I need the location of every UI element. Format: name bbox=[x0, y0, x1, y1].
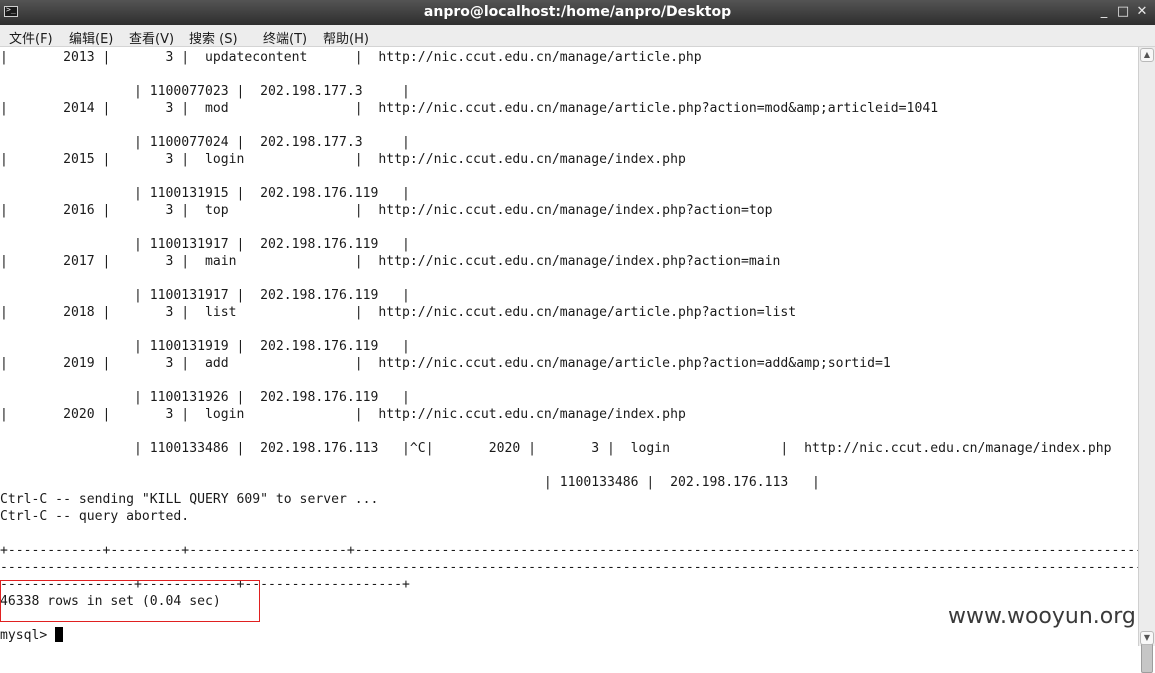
terminal-line: | 1100077024 | 202.198.177.3 | bbox=[0, 135, 410, 150]
minimize-button[interactable]: _ bbox=[1096, 4, 1112, 20]
terminal-output[interactable]: | 2013 | 3 | updatecontent | http://nic.… bbox=[0, 47, 1138, 646]
menu-help[interactable]: 帮助(H) bbox=[323, 28, 369, 47]
window-title: anpro@localhost:/home/anpro/Desktop bbox=[423, 4, 732, 20]
title-bar[interactable]: >_ anpro@localhost:/home/anpro/Desktop _… bbox=[0, 0, 1155, 25]
terminal-line: | 2014 | 3 | mod | http://nic.ccut.edu.c… bbox=[0, 101, 939, 116]
maximize-button[interactable]: □ bbox=[1115, 4, 1131, 20]
arrow-down-icon[interactable]: ▼ bbox=[1140, 631, 1154, 645]
terminal-line: | 2020 | 3 | login | http://nic.ccut.edu… bbox=[0, 407, 686, 422]
terminal-line: | 1100133486 | 202.198.176.113 | bbox=[0, 475, 820, 490]
text-cursor bbox=[55, 627, 64, 642]
terminal-line: | 1100131926 | 202.198.176.119 | bbox=[0, 390, 410, 405]
menu-file[interactable]: 文件(F) bbox=[9, 28, 53, 47]
terminal-line: | 2013 | 3 | updatecontent | http://nic.… bbox=[0, 50, 702, 65]
terminal-line: | 2019 | 3 | add | http://nic.ccut.edu.c… bbox=[0, 356, 891, 371]
vertical-scrollbar[interactable]: ▲ ▼ bbox=[1138, 47, 1155, 673]
terminal-line: Ctrl-C -- query aborted. bbox=[0, 509, 190, 524]
terminal-line: Ctrl-C -- sending "KILL QUERY 609" to se… bbox=[0, 492, 379, 507]
terminal-line: ----------------------------------------… bbox=[0, 560, 1138, 575]
terminal-line: | 1100131915 | 202.198.176.119 | bbox=[0, 186, 410, 201]
terminal-line: | 1100131917 | 202.198.176.119 | bbox=[0, 237, 410, 252]
watermark: www.wooyun.org bbox=[948, 604, 1136, 629]
menu-bar: 文件(F) 编辑(E) 查看(V) 搜索 (S) 终端(T) 帮助(H) bbox=[0, 25, 1155, 47]
mysql-prompt: mysql> bbox=[0, 628, 56, 643]
menu-edit[interactable]: 编辑(E) bbox=[69, 28, 113, 47]
menu-terminal[interactable]: 终端(T) bbox=[263, 28, 307, 47]
menu-view[interactable]: 查看(V) bbox=[129, 28, 174, 47]
terminal-line: | 1100131919 | 202.198.176.119 | bbox=[0, 339, 410, 354]
menu-search[interactable]: 搜索 (S) bbox=[189, 28, 238, 47]
terminal-line: | 1100131917 | 202.198.176.119 | bbox=[0, 288, 410, 303]
prompt-line[interactable]: mysql> bbox=[0, 627, 64, 644]
terminal-line: | 1100133486 | 202.198.176.113 |^C| 2020… bbox=[0, 441, 1112, 456]
terminal-line: | 2018 | 3 | list | http://nic.ccut.edu.… bbox=[0, 305, 797, 320]
highlight-annotation bbox=[0, 580, 260, 622]
close-button[interactable]: ✕ bbox=[1134, 4, 1150, 20]
terminal-line: +------------+---------+----------------… bbox=[0, 543, 1138, 558]
terminal-line: | 2017 | 3 | main | http://nic.ccut.edu.… bbox=[0, 254, 781, 269]
arrow-up-icon[interactable]: ▲ bbox=[1140, 48, 1154, 62]
terminal-line: | 1100077023 | 202.198.177.3 | bbox=[0, 84, 410, 99]
terminal-line: | 2015 | 3 | login | http://nic.ccut.edu… bbox=[0, 152, 686, 167]
terminal-line: | 2016 | 3 | top | http://nic.ccut.edu.c… bbox=[0, 203, 773, 218]
